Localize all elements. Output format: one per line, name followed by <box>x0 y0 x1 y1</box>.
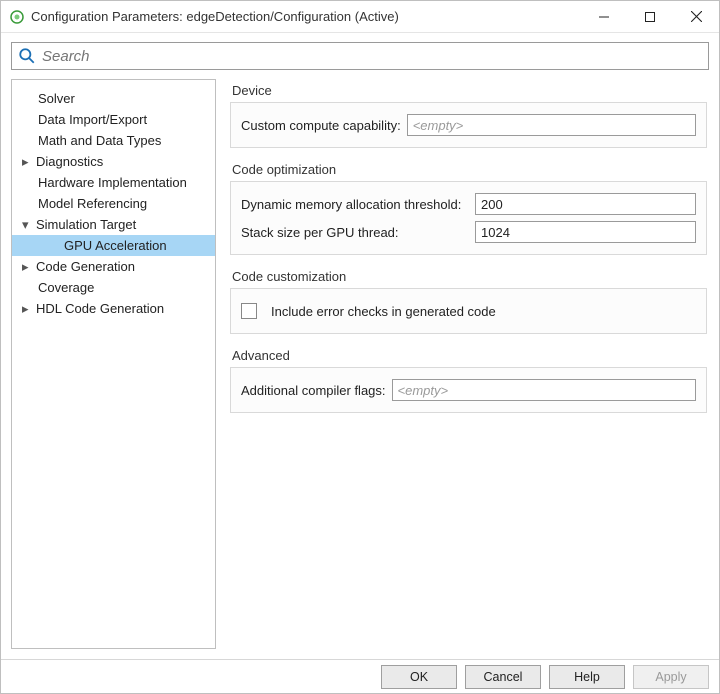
search-bar-container <box>1 33 719 79</box>
dialog-window: Configuration Parameters: edgeDetection/… <box>0 0 720 694</box>
include-error-checks-label: Include error checks in generated code <box>271 304 496 319</box>
minimize-button[interactable] <box>581 1 627 32</box>
maximize-button[interactable] <box>627 1 673 32</box>
row-include-error-checks[interactable]: Include error checks in generated code <box>241 297 696 325</box>
close-button[interactable] <box>673 1 719 32</box>
nav-item-label: HDL Code Generation <box>34 301 164 316</box>
nav-item-hardware-implementation[interactable]: Hardware Implementation <box>12 172 215 193</box>
section-title-device: Device <box>232 83 707 98</box>
chevron-right-icon: ▸ <box>22 301 34 317</box>
stack-size-label: Stack size per GPU thread: <box>241 225 469 240</box>
category-tree[interactable]: Solver Data Import/Export Math and Data Ty… <box>11 79 216 649</box>
window-title: Configuration Parameters: edgeDetection/… <box>31 9 581 24</box>
dialog-footer: OK Cancel Help Apply <box>1 659 719 693</box>
section-code-customization: Code customization Include error checks … <box>230 269 707 334</box>
section-title-code-customization: Code customization <box>232 269 707 284</box>
nav-item-hdl-code-generation[interactable]: ▸HDL Code Generation <box>12 298 215 319</box>
search-bar[interactable] <box>11 42 709 70</box>
minimize-icon <box>599 12 609 22</box>
nav-item-data-import-export[interactable]: Data Import/Export <box>12 109 215 130</box>
maximize-icon <box>645 12 655 22</box>
content-panel: Device Custom compute capability: Code o… <box>228 79 709 649</box>
nav-item-model-referencing[interactable]: Model Referencing <box>12 193 215 214</box>
row-stack-size: Stack size per GPU thread: <box>241 218 696 246</box>
row-additional-compiler-flags: Additional compiler flags: <box>241 376 696 404</box>
section-title-advanced: Advanced <box>232 348 707 363</box>
chevron-right-icon: ▸ <box>22 154 34 170</box>
search-input[interactable] <box>40 47 702 66</box>
nav-item-diagnostics[interactable]: ▸Diagnostics <box>12 151 215 172</box>
nav-item-solver[interactable]: Solver <box>12 88 215 109</box>
search-icon <box>18 47 36 65</box>
nav-item-label: Code Generation <box>34 259 135 274</box>
nav-item-math-and-data-types[interactable]: Math and Data Types <box>12 130 215 151</box>
nav-item-label: Coverage <box>34 280 94 295</box>
app-icon <box>9 9 25 25</box>
nav-item-simulation-target[interactable]: ▾Simulation Target <box>12 214 215 235</box>
section-box-code-customization: Include error checks in generated code <box>230 288 707 334</box>
custom-compute-capability-input[interactable] <box>407 114 696 136</box>
section-box-advanced: Additional compiler flags: <box>230 367 707 413</box>
ok-button[interactable]: OK <box>381 665 457 689</box>
nav-item-label: Solver <box>34 91 75 106</box>
nav-item-label: Diagnostics <box>34 154 103 169</box>
window-controls <box>581 1 719 32</box>
nav-item-label: Simulation Target <box>34 217 136 232</box>
stack-size-input[interactable] <box>475 221 696 243</box>
nav-item-coverage[interactable]: Coverage <box>12 277 215 298</box>
nav-item-label: Data Import/Export <box>34 112 147 127</box>
dynamic-memory-threshold-label: Dynamic memory allocation threshold: <box>241 197 469 212</box>
chevron-right-icon: ▸ <box>22 259 34 275</box>
custom-compute-capability-label: Custom compute capability: <box>241 118 401 133</box>
section-code-optimization: Code optimization Dynamic memory allocat… <box>230 162 707 255</box>
close-icon <box>691 11 702 22</box>
nav-item-label: Model Referencing <box>34 196 147 211</box>
row-custom-compute-capability: Custom compute capability: <box>241 111 696 139</box>
additional-compiler-flags-label: Additional compiler flags: <box>241 383 386 398</box>
section-device: Device Custom compute capability: <box>230 83 707 148</box>
section-box-code-optimization: Dynamic memory allocation threshold: Sta… <box>230 181 707 255</box>
nav-item-label: Hardware Implementation <box>34 175 187 190</box>
cancel-button[interactable]: Cancel <box>465 665 541 689</box>
include-error-checks-checkbox[interactable] <box>241 303 257 319</box>
titlebar: Configuration Parameters: edgeDetection/… <box>1 1 719 33</box>
nav-item-code-generation[interactable]: ▸Code Generation <box>12 256 215 277</box>
section-advanced: Advanced Additional compiler flags: <box>230 348 707 413</box>
help-button[interactable]: Help <box>549 665 625 689</box>
additional-compiler-flags-input[interactable] <box>392 379 696 401</box>
section-box-device: Custom compute capability: <box>230 102 707 148</box>
row-dynamic-memory-threshold: Dynamic memory allocation threshold: <box>241 190 696 218</box>
section-title-code-optimization: Code optimization <box>232 162 707 177</box>
nav-item-label: Math and Data Types <box>34 133 161 148</box>
dynamic-memory-threshold-input[interactable] <box>475 193 696 215</box>
body: Solver Data Import/Export Math and Data Ty… <box>1 79 719 659</box>
nav-item-gpu-acceleration[interactable]: GPU Acceleration <box>12 235 215 256</box>
chevron-down-icon: ▾ <box>22 217 34 233</box>
nav-item-label: GPU Acceleration <box>46 238 167 253</box>
apply-button[interactable]: Apply <box>633 665 709 689</box>
